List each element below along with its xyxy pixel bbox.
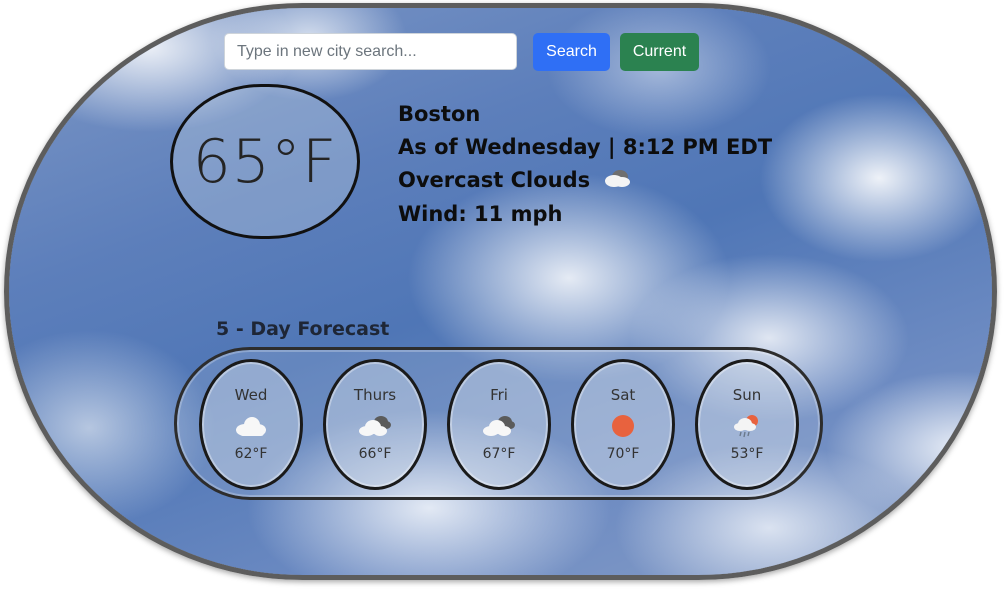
condition-text: Overcast Clouds [398,168,591,192]
overcast-cloud-icon [603,165,633,198]
search-button[interactable]: Search [533,33,610,71]
current-location-button[interactable]: Current [620,33,699,71]
sun-icon [574,408,672,444]
day-name: Wed [234,386,268,404]
city-search-input[interactable] [224,33,517,70]
day-temperature: 70°F [606,446,640,462]
city-name: Boston [398,102,481,126]
day-name: Sun [732,386,762,404]
day-temperature: 62°F [234,446,268,462]
wind-speed: Wind: 11 mph [398,201,563,226]
forecast-day: Sun 53°F [695,359,799,490]
day-name: Thurs [353,386,397,404]
broken-clouds-icon [326,408,424,444]
forecast-day: Wed 62°F [199,359,303,490]
forecast-title: 5 - Day Forecast [216,318,390,340]
cloud-icon [202,408,300,444]
day-temperature: 66°F [358,446,392,462]
rain-sun-icon [698,408,796,444]
condition-row: Overcast Clouds [398,164,772,198]
broken-clouds-icon [450,408,548,444]
current-temperature: 65°F [192,126,338,197]
day-name: Sat [610,386,636,404]
day-temperature: 67°F [482,446,516,462]
as-of-time: As of Wednesday | 8:12 PM EDT [398,135,773,159]
day-temperature: 53°F [730,446,764,462]
day-name: Fri [490,386,508,404]
forecast-day: Thurs 66°F [323,359,427,490]
forecast-day: Sat 70°F [571,359,675,490]
forecast-day: Fri 67°F [447,359,551,490]
current-weather-info: Boston As of Wednesday | 8:12 PM EDT Ove… [398,98,772,231]
current-temperature-bubble: 65°F [170,84,360,239]
